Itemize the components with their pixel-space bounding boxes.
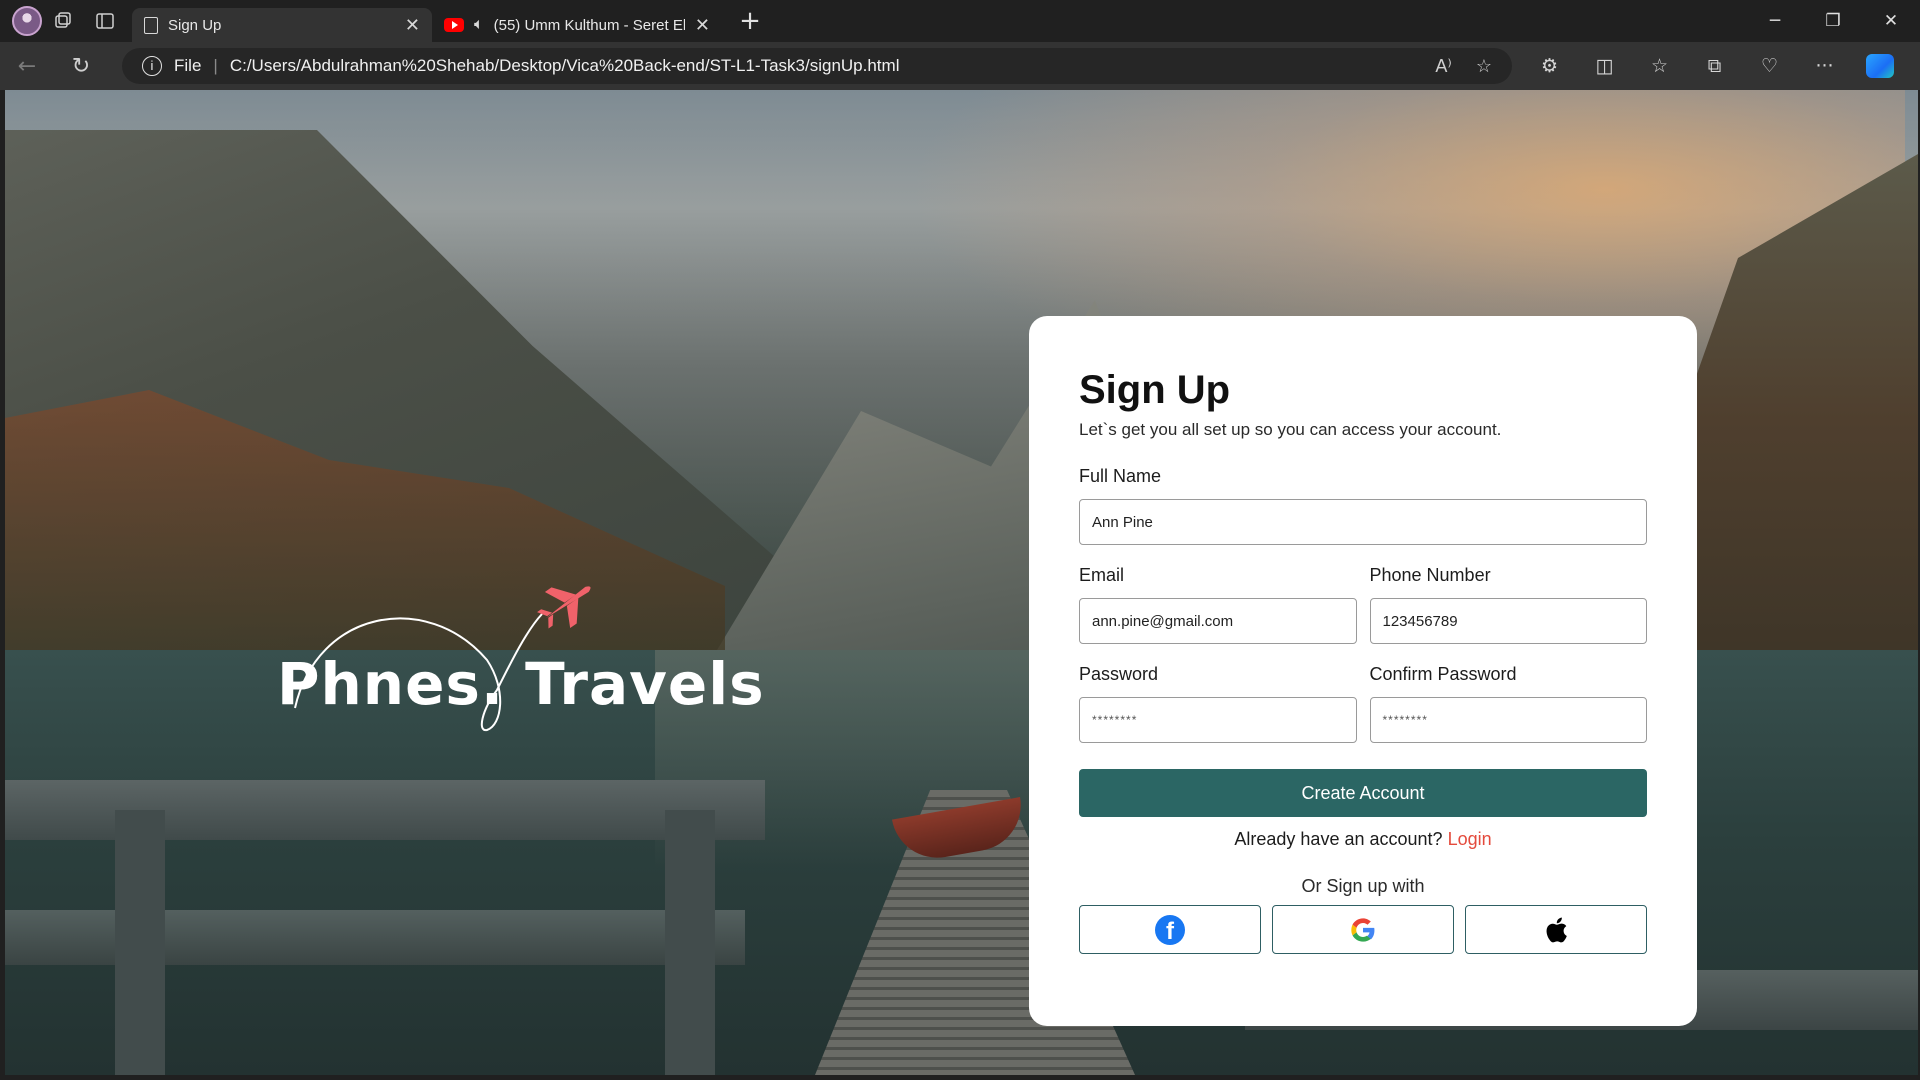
google-signup-button[interactable] [1272, 905, 1454, 954]
tab-youtube[interactable]: 🔈︎ (55) Umm Kulthum - Seret El ✕ [432, 8, 722, 42]
contact-row: Email ann.pine@gmail.com Phone Number 12… [1079, 565, 1647, 644]
background-post [115, 810, 165, 1075]
profile-avatar[interactable] [12, 6, 42, 36]
full-name-input[interactable]: Ann Pine [1079, 499, 1647, 545]
brand-logo: Phnes. Travels [277, 550, 764, 740]
password-input[interactable]: ******** [1079, 697, 1357, 743]
favorite-star-icon[interactable]: ☆ [1476, 56, 1492, 77]
password-row: Password ******** Confirm Password *****… [1079, 664, 1647, 743]
email-input[interactable]: ann.pine@gmail.com [1079, 598, 1357, 644]
full-name-group: Full Name Ann Pine [1079, 466, 1647, 545]
page-icon [144, 16, 158, 34]
address-bar[interactable]: i File | C:/Users/Abdulrahman%20Shehab/D… [122, 48, 1512, 84]
read-aloud-icon[interactable]: A⁾ [1435, 56, 1451, 77]
workspaces-icon[interactable] [42, 0, 84, 42]
browser-tab-bar: Sign Up ✕ 🔈︎ (55) Umm Kulthum - Seret El… [0, 0, 1920, 42]
login-link[interactable]: Login [1448, 829, 1492, 849]
tab-title: Sign Up [168, 16, 222, 34]
collections-icon[interactable]: ⧉ [1687, 55, 1742, 77]
login-prompt-text: Already have an account? [1234, 829, 1443, 849]
email-label: Email [1079, 565, 1125, 585]
copilot-icon[interactable] [1866, 54, 1894, 78]
page-viewport: Phnes. Travels Sign Up Let`s get you all… [5, 90, 1918, 1075]
tab-actions-icon[interactable] [84, 0, 126, 42]
speaker-icon[interactable]: 🔈︎ [474, 16, 484, 34]
airplane-icon [537, 586, 591, 629]
new-tab-button[interactable]: + [730, 6, 770, 36]
password-label: Password [1079, 664, 1159, 684]
social-divider-text: Or Sign up with [1301, 876, 1425, 896]
logo-text: Phnes. Travels [277, 650, 765, 718]
apple-icon [1546, 917, 1567, 942]
tab-sign-up[interactable]: Sign Up ✕ [132, 8, 432, 42]
minimize-icon[interactable]: ─ [1746, 11, 1804, 31]
scheme-label: File [174, 56, 202, 75]
youtube-icon [444, 18, 464, 32]
more-menu-icon[interactable]: ··· [1797, 55, 1852, 77]
background-post [665, 810, 715, 1075]
close-tab-icon[interactable]: ✕ [405, 15, 420, 36]
back-icon[interactable]: ← [0, 54, 54, 79]
close-window-icon[interactable]: ✕ [1862, 11, 1920, 31]
phone-label: Phone Number [1369, 565, 1491, 585]
page-title: Sign Up [1079, 368, 1231, 412]
refresh-icon[interactable]: ↻ [54, 54, 108, 79]
favorites-icon[interactable]: ☆ [1632, 55, 1687, 77]
apple-signup-button[interactable] [1465, 905, 1647, 954]
signup-card: Sign Up Let`s get you all set up so you … [1029, 316, 1697, 1026]
confirm-password-input[interactable]: ******** [1369, 697, 1647, 743]
browser-toolbar: ← ↻ i File | C:/Users/Abdulrahman%20Sheh… [0, 42, 1920, 90]
social-signup-row: f [1079, 905, 1647, 954]
restore-icon[interactable]: ❐ [1804, 11, 1862, 31]
google-icon [1351, 917, 1375, 942]
create-account-button[interactable]: Create Account [1079, 769, 1647, 817]
tab-title: (55) Umm Kulthum - Seret El [493, 16, 685, 34]
browser-essentials-icon[interactable]: ♡ [1742, 55, 1797, 77]
info-icon[interactable]: i [142, 56, 162, 76]
facebook-signup-button[interactable]: f [1079, 905, 1261, 954]
full-name-label: Full Name [1079, 466, 1162, 486]
extensions-icon[interactable]: ⚙︎ [1522, 55, 1577, 77]
confirm-password-label: Confirm Password [1369, 664, 1517, 684]
facebook-icon: f [1155, 914, 1185, 945]
divider: | [213, 56, 218, 75]
close-tab-icon[interactable]: ✕ [695, 15, 710, 36]
url-text[interactable]: C:/Users/Abdulrahman%20Shehab/Desktop/Vi… [230, 56, 900, 76]
phone-input[interactable]: 123456789 [1369, 598, 1647, 644]
page-subtitle: Let`s get you all set up so you can acce… [1079, 420, 1502, 439]
split-screen-icon[interactable]: ◫ [1577, 55, 1632, 77]
login-prompt: Already have an account? Login [1079, 829, 1647, 850]
